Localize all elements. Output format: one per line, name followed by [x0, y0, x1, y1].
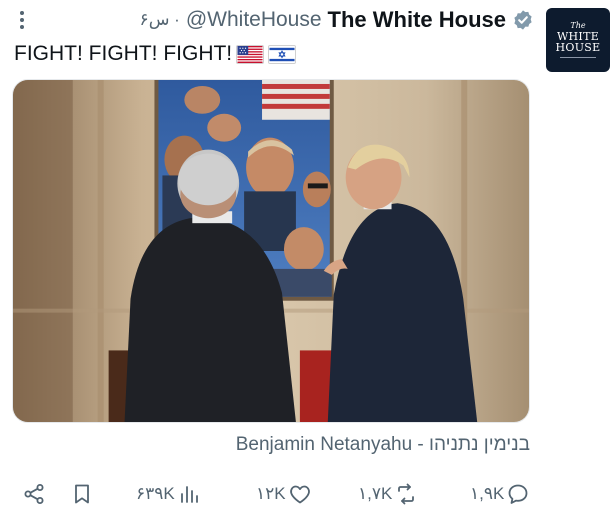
tweet-text: FIGHT! FIGHT! FIGHT! [14, 40, 297, 68]
media-caption[interactable]: Benjamin Netanyahu - בנימין נתניהו [14, 434, 530, 460]
avatar-rule [560, 56, 596, 58]
avatar-text-house: HOUSE [555, 41, 601, 55]
author-display-name[interactable]: The White House [328, 7, 506, 33]
tweet-media-image[interactable] [12, 79, 530, 423]
like-icon [289, 485, 310, 504]
us-flag-emoji [236, 44, 265, 64]
views-count: ۶۳۹K [136, 484, 175, 503]
views-icon [180, 486, 198, 503]
like-button[interactable]: ۱۲K [256, 480, 312, 508]
repost-icon [398, 483, 415, 505]
share-icon [24, 484, 44, 504]
tweet-header: ۶س · @WhiteHouse The White House [14, 6, 534, 34]
bookmark-icon [75, 484, 89, 504]
reply-icon [508, 484, 528, 504]
reposts-count: ۱,۷K [358, 484, 393, 503]
israel-flag-emoji [268, 44, 297, 64]
author-handle[interactable]: @WhiteHouse [186, 8, 322, 32]
tweet-text-content: FIGHT! FIGHT! FIGHT! [14, 42, 233, 65]
views-button[interactable]: ۶۳۹K [136, 480, 201, 508]
replies-count: ۱,۹K [470, 484, 505, 503]
likes-count: ۱۲K [256, 484, 286, 503]
share-button[interactable] [22, 480, 46, 508]
bookmark-button[interactable] [70, 480, 94, 508]
more-vertical-icon[interactable] [14, 9, 30, 31]
tweet-action-bar: ۶۳۹K ۱۲K ۱,۷K ۱,۹K [0, 474, 614, 514]
avatar[interactable]: The WHITE HOUSE [546, 8, 610, 72]
verified-badge-icon[interactable] [512, 9, 534, 31]
repost-button[interactable]: ۱,۷K [358, 480, 418, 508]
reply-button[interactable]: ۱,۹K [470, 480, 530, 508]
tweet-timestamp[interactable]: ۶س · [140, 10, 180, 30]
